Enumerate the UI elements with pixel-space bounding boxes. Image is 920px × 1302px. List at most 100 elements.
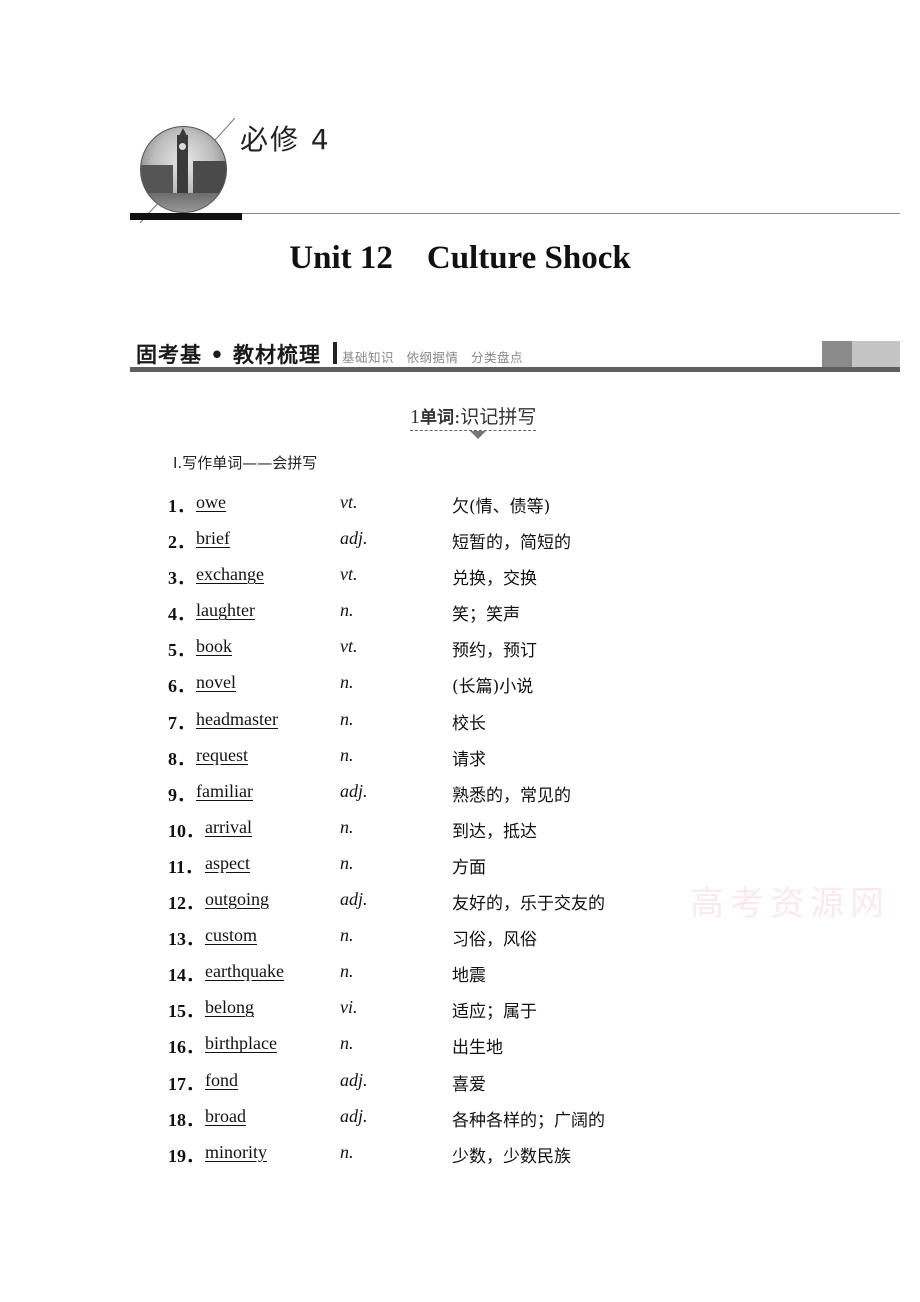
word-answer: belong [205, 997, 254, 1018]
big-ben-photo-icon [140, 126, 227, 213]
section-bar: 固考基 • 教材梳理 基础知识 依纲据情 分类盘点 [130, 337, 900, 373]
word-meaning: 预约，预订 [452, 641, 537, 662]
word-index: 7． [168, 712, 195, 733]
unit-title: Unit 12 Culture Shock [0, 240, 920, 277]
word-index: 18． [168, 1109, 204, 1130]
word-meaning: 适应；属于 [452, 1002, 537, 1023]
word-row: 4． laughter n. 笑；笑声 [168, 594, 768, 630]
word-answer: aspect [205, 852, 250, 873]
word-row: 15． belong vi. 适应；属于 [168, 991, 768, 1027]
word-list: 1． owe vt. 欠(情、债等) 2． brief adj. 短暂的，简短的 3． excha… [168, 486, 768, 1172]
section-sub-1: 基础知识 [342, 350, 395, 365]
word-meaning: 欠(情、债等) [452, 497, 551, 517]
word-answer: novel [196, 672, 236, 693]
unit-name: Culture Shock [426, 240, 631, 276]
word-row: 19． minority n. 少数，少数民族 [168, 1136, 768, 1172]
section-divider [333, 342, 337, 364]
word-index: 19． [168, 1145, 204, 1166]
word-row: 12． outgoing adj. 友好的，乐于交友的 [168, 883, 768, 919]
subsection-heading: 1单词:识记拼写 [410, 402, 537, 431]
word-answer: familiar [196, 780, 253, 801]
word-index: 8． [168, 748, 195, 769]
word-answer: owe [196, 492, 226, 512]
part-of-speech: vt. [340, 636, 358, 657]
word-answer: broad [205, 1105, 246, 1126]
word-index: 15． [168, 1001, 204, 1022]
part-of-speech: n. [340, 708, 354, 729]
part-of-speech: n. [340, 961, 354, 982]
part-of-speech: n. [340, 852, 354, 873]
word-meaning: 短暂的，简短的 [452, 533, 571, 554]
subsection-number: 1 [410, 406, 420, 428]
word-answer: laughter [196, 600, 255, 621]
part-of-speech: vi. [340, 997, 358, 1018]
word-row: 5． book vt. 预约，预订 [168, 630, 768, 666]
word-index: 4． [168, 604, 195, 625]
word-index: 11． [168, 856, 204, 877]
word-meaning: 喜爱 [452, 1074, 486, 1095]
word-row: 14． earthquake n. 地震 [168, 955, 768, 991]
word-answer: minority [205, 1141, 267, 1162]
part-of-speech: vt. [340, 564, 358, 585]
word-row: 2． brief adj. 短暂的，简短的 [168, 522, 768, 558]
word-meaning: 方面 [452, 857, 486, 878]
word-meaning: 各种各样的；广阔的 [452, 1110, 605, 1131]
triangle-down-icon [470, 431, 486, 439]
word-answer: request [196, 744, 248, 765]
word-row: 9． familiar adj. 熟悉的，常见的 [168, 775, 768, 811]
word-index: 12． [168, 893, 204, 914]
word-meaning: 出生地 [452, 1038, 503, 1059]
part-of-speech: adj. [340, 1105, 368, 1126]
word-answer: exchange [196, 564, 264, 585]
watermark: 高考资源网 [690, 884, 890, 924]
word-row: 8． request n. 请求 [168, 739, 768, 775]
word-meaning: 校长 [452, 713, 486, 734]
word-index: 2． [168, 532, 195, 553]
word-row: 6． novel n. (长篇)小说 [168, 666, 768, 702]
word-row: 16． birthplace n. 出生地 [168, 1027, 768, 1063]
word-answer: birthplace [205, 1033, 277, 1054]
word-answer: earthquake [205, 961, 284, 982]
word-answer: headmaster [196, 708, 278, 729]
word-index: 5． [168, 640, 195, 661]
word-answer: fond [205, 1069, 238, 1090]
part-of-speech: n. [340, 744, 354, 765]
section-block-dark [822, 341, 852, 367]
word-meaning: 友好的，乐于交友的 [452, 894, 605, 915]
word-meaning: 笑；笑声 [452, 605, 520, 626]
part-of-speech: n. [340, 600, 354, 621]
word-index: 14． [168, 965, 204, 986]
word-answer: brief [196, 528, 230, 549]
word-index: 9． [168, 784, 195, 805]
part-of-speech: adj. [340, 1069, 368, 1090]
word-answer: book [196, 636, 232, 657]
word-row: 18． broad adj. 各种各样的；广阔的 [168, 1100, 768, 1136]
subsection-bold-label: 单词 [420, 408, 454, 428]
book-title: 必修 4 [240, 123, 331, 156]
part-of-speech: n. [340, 1141, 354, 1162]
word-index: 3． [168, 568, 195, 589]
part-of-speech: vt. [340, 492, 358, 512]
part-of-speech: n. [340, 1033, 354, 1054]
word-meaning: (长篇)小说 [452, 677, 534, 698]
word-row: 13． custom n. 习俗，风俗 [168, 919, 768, 955]
word-index: 16． [168, 1037, 204, 1058]
part-of-speech: n. [340, 672, 354, 693]
part-of-speech: adj. [340, 528, 368, 549]
word-meaning: 少数，少数民族 [452, 1146, 571, 1167]
part-of-speech: n. [340, 925, 354, 946]
chapter-header: 必修 4 [130, 118, 900, 224]
word-meaning: 兑换，交换 [452, 569, 537, 590]
word-row: 7． headmaster n. 校长 [168, 703, 768, 739]
subsection-label: 识记拼写 [460, 406, 537, 428]
section-block-light [852, 341, 900, 367]
part-of-speech: n. [340, 816, 354, 837]
word-index: 13． [168, 929, 204, 950]
unit-number: Unit 12 [289, 240, 393, 276]
word-meaning: 请求 [452, 749, 486, 770]
section-subtitle: 基础知识 依纲据情 分类盘点 [342, 347, 531, 366]
word-row: 10． arrival n. 到达，抵达 [168, 811, 768, 847]
part-of-speech: adj. [340, 780, 368, 801]
word-answer: arrival [205, 816, 252, 837]
header-thin-rule [242, 213, 900, 214]
